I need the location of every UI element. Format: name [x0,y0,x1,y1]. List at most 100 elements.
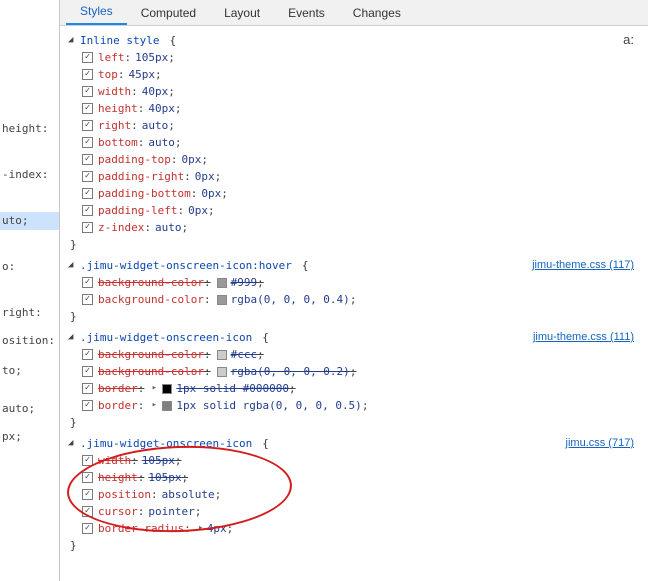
rule-expand-icon[interactable]: ◢ [68,439,77,448]
declaration-value[interactable]: rgba(0, 0, 0, 0.2) [231,363,350,380]
declaration-value[interactable]: 4px [207,520,227,537]
declaration-property[interactable]: background-color [98,274,204,291]
declaration-property[interactable]: width [98,452,131,469]
css-declaration[interactable]: ✓width:105px; [68,452,642,469]
declaration-property[interactable]: border-radius [98,520,184,537]
declaration-value[interactable]: 0px [201,185,221,202]
declaration-property[interactable]: z-index [98,219,144,236]
declaration-enable-checkbox[interactable]: ✓ [82,120,93,131]
css-declaration[interactable]: ✓border:▸1px solid #000000; [68,380,642,397]
declaration-enable-checkbox[interactable]: ✓ [82,383,93,394]
declaration-property[interactable]: height [98,100,138,117]
css-declaration[interactable]: ✓background-color:#ccc; [68,346,642,363]
css-declaration[interactable]: ✓z-index:auto; [68,219,642,236]
declaration-property[interactable]: position [98,486,151,503]
declaration-enable-checkbox[interactable]: ✓ [82,523,93,534]
declaration-property[interactable]: width [98,83,131,100]
css-declaration[interactable]: ✓padding-left:0px; [68,202,642,219]
css-declaration[interactable]: ✓height:105px; [68,469,642,486]
declaration-value[interactable]: 45px [129,66,156,83]
declaration-property[interactable]: padding-left [98,202,177,219]
declaration-enable-checkbox[interactable]: ✓ [82,188,93,199]
declaration-value[interactable]: rgba(0, 0, 0, 0.4) [231,291,350,308]
declaration-enable-checkbox[interactable]: ✓ [82,52,93,63]
css-declaration[interactable]: ✓position:absolute; [68,486,642,503]
declaration-value[interactable]: absolute [162,486,215,503]
color-swatch[interactable] [217,278,227,288]
tab-layout[interactable]: Layout [210,1,274,25]
declaration-enable-checkbox[interactable]: ✓ [82,349,93,360]
declaration-value[interactable]: auto [142,117,169,134]
declaration-enable-checkbox[interactable]: ✓ [82,205,93,216]
declaration-property[interactable]: background-color [98,291,204,308]
declaration-value[interactable]: auto [148,134,175,151]
declaration-value[interactable]: 105px [148,469,181,486]
declaration-property[interactable]: padding-right [98,168,184,185]
color-swatch[interactable] [162,401,172,411]
rule-selector[interactable]: .jimu-widget-onscreen-icon [80,435,252,452]
expand-shorthand-icon[interactable]: ▸ [197,520,205,537]
css-declaration[interactable]: ✓background-color:rgba(0, 0, 0, 0.2); [68,363,642,380]
color-swatch[interactable] [217,295,227,305]
declaration-value[interactable]: auto [155,219,182,236]
css-declaration[interactable]: ✓background-color:#999; [68,274,642,291]
declaration-property[interactable]: left [98,49,125,66]
color-swatch[interactable] [217,350,227,360]
css-declaration[interactable]: ✓cursor:pointer; [68,503,642,520]
tab-changes[interactable]: Changes [339,1,415,25]
declaration-enable-checkbox[interactable]: ✓ [82,69,93,80]
tab-computed[interactable]: Computed [127,1,210,25]
css-declaration[interactable]: ✓border:▸1px solid rgba(0, 0, 0, 0.5); [68,397,642,414]
declaration-enable-checkbox[interactable]: ✓ [82,472,93,483]
declaration-value[interactable]: 40px [148,100,175,117]
declaration-value[interactable]: #ccc [231,346,258,363]
declaration-enable-checkbox[interactable]: ✓ [82,86,93,97]
css-declaration[interactable]: ✓padding-top:0px; [68,151,642,168]
css-declaration[interactable]: ✓bottom:auto; [68,134,642,151]
rule-source-link[interactable]: jimu-theme.css (111) [533,329,634,346]
declaration-value[interactable]: 40px [142,83,169,100]
css-rule[interactable]: ◢.jimu-widget-onscreen-icon{jimu.css (71… [68,435,642,554]
declaration-property[interactable]: cursor [98,503,138,520]
declaration-enable-checkbox[interactable]: ✓ [82,171,93,182]
declaration-enable-checkbox[interactable]: ✓ [82,366,93,377]
expand-shorthand-icon[interactable]: ▸ [150,397,158,414]
declaration-value[interactable]: 105px [135,49,168,66]
rule-source-link[interactable]: jimu.css (717) [566,435,634,452]
declaration-enable-checkbox[interactable]: ✓ [82,400,93,411]
declaration-property[interactable]: background-color [98,363,204,380]
css-rule[interactable]: ◢.jimu-widget-onscreen-icon:hover{jimu-t… [68,257,642,325]
css-declaration[interactable]: ✓padding-bottom:0px; [68,185,642,202]
declaration-property[interactable]: bottom [98,134,138,151]
declaration-enable-checkbox[interactable]: ✓ [82,489,93,500]
css-declaration[interactable]: ✓background-color:rgba(0, 0, 0, 0.4); [68,291,642,308]
declaration-enable-checkbox[interactable]: ✓ [82,294,93,305]
rule-selector[interactable]: .jimu-widget-onscreen-icon [80,329,252,346]
declaration-enable-checkbox[interactable]: ✓ [82,137,93,148]
rule-expand-icon[interactable]: ◢ [68,36,77,45]
rule-expand-icon[interactable]: ◢ [68,261,77,270]
declaration-property[interactable]: padding-top [98,151,171,168]
rule-selector[interactable]: .jimu-widget-onscreen-icon:hover [80,257,292,274]
css-declaration[interactable]: ✓padding-right:0px; [68,168,642,185]
rule-selector[interactable]: Inline style [80,32,159,49]
declaration-value[interactable]: #999 [231,274,258,291]
declaration-value[interactable]: 0px [181,151,201,168]
css-rule[interactable]: ◢.jimu-widget-onscreen-icon{jimu-theme.c… [68,329,642,431]
css-rule[interactable]: ◢Inline style{✓left:105px;✓top:45px;✓wid… [68,32,642,253]
tab-styles[interactable]: Styles [66,0,127,25]
declaration-property[interactable]: border [98,380,138,397]
declaration-property[interactable]: border [98,397,138,414]
declaration-value[interactable]: pointer [148,503,194,520]
declaration-property[interactable]: padding-bottom [98,185,191,202]
tab-events[interactable]: Events [274,1,339,25]
declaration-enable-checkbox[interactable]: ✓ [82,277,93,288]
declaration-value[interactable]: 1px solid #000000 [176,380,289,397]
declaration-value[interactable]: 105px [142,452,175,469]
css-declaration[interactable]: ✓right:auto; [68,117,642,134]
css-declaration[interactable]: ✓left:105px; [68,49,642,66]
declaration-enable-checkbox[interactable]: ✓ [82,506,93,517]
rule-expand-icon[interactable]: ◢ [68,333,77,342]
color-swatch[interactable] [217,367,227,377]
css-declaration[interactable]: ✓border-radius:▸4px; [68,520,642,537]
